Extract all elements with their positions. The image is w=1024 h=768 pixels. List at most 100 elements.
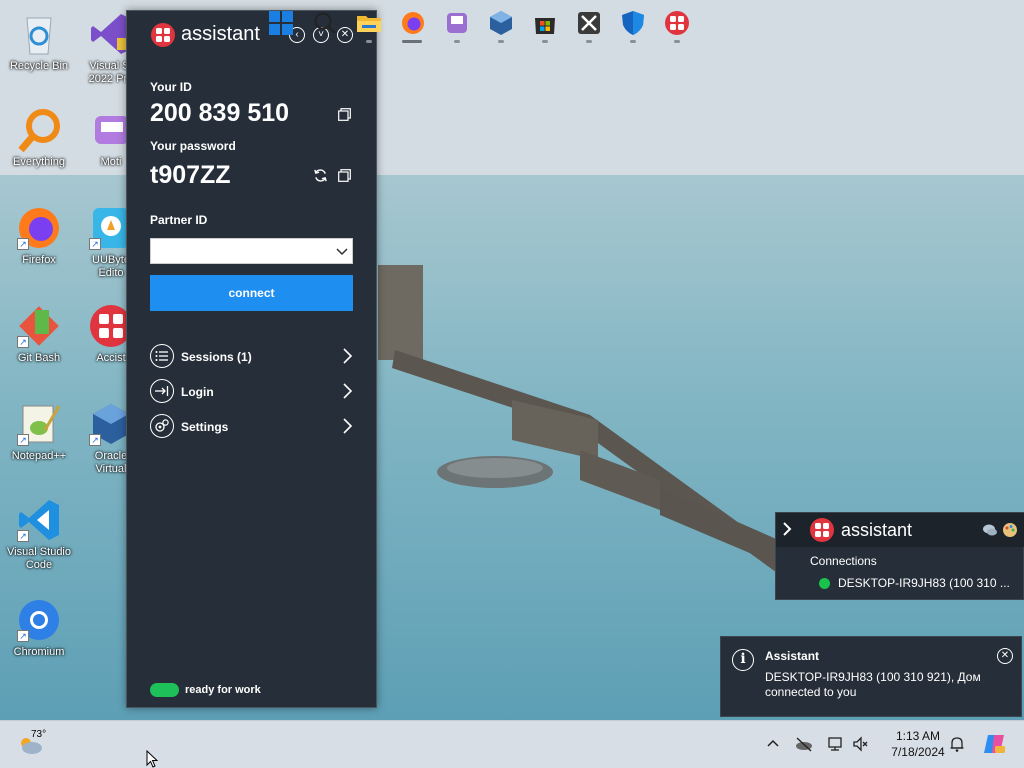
taskbar-virtualbox[interactable] [488,10,514,36]
network-button[interactable] [827,735,845,753]
network-icon [828,737,842,751]
notification-toast[interactable]: i Assistant DESKTOP-IR9JH83 (100 310 921… [720,636,1022,717]
toast-body: DESKTOP-IR9JH83 (100 310 921), Дом conne… [765,670,995,700]
connection-item[interactable]: DESKTOP-IR9JH83 (100 310 ... [838,576,1010,590]
menu-item-label: Settings [181,420,229,434]
your-id-value: 200 839 510 [150,99,290,127]
microsoft-store-icon [535,18,555,34]
toast-close-button[interactable]: ✕ [997,648,1013,664]
chevron-down-icon[interactable] [336,245,348,257]
your-id-label: Your ID [150,80,192,94]
chevron-right-icon [343,418,353,434]
start-button[interactable] [268,10,294,36]
palette-icon[interactable] [1002,522,1018,538]
menu-item-login[interactable]: Login [150,379,353,405]
tray-connections-popup: assistant Connections DESKTOP-IR9JH83 (1… [775,512,1024,600]
toast-line-2: connected to you [765,685,857,699]
taskbar-firefox[interactable] [400,10,426,36]
clock-time: 1:13 AM [895,729,941,743]
connect-button[interactable]: connect [150,275,353,311]
notepad-plus-plus-icon: ↗ [15,400,63,448]
desktop-icon-firefox[interactable]: ↗ Firefox [4,204,74,267]
firefox-icon [402,12,424,34]
volume-button[interactable] [852,735,870,753]
running-indicator [630,40,636,43]
copilot-button[interactable] [982,732,1006,756]
shortcut-arrow-icon: ↗ [89,434,101,446]
menu-item-settings[interactable]: Settings [150,414,353,440]
desktop-icon-label: Recycle Bin [9,60,69,72]
chevron-right-icon [343,383,353,399]
status-text: ready for work [185,684,261,696]
tray-popup-title: assistant [841,520,913,540]
running-indicator [542,40,548,43]
copilot-icon [984,735,1005,753]
capcut-icon [578,12,600,34]
your-password-value: t907ZZ [150,161,231,189]
menu-item-label: Sessions (1) [181,350,252,364]
toast-title: Assistant [765,649,820,663]
chat-icon[interactable] [982,522,998,538]
shortcut-arrow-icon: ↗ [17,630,29,642]
running-indicator [586,40,592,43]
vscode-icon: ↗ [15,496,63,544]
running-indicator [366,40,372,43]
purple-app-icon [447,13,467,33]
start-icon [269,11,293,35]
desktop-icon-label-line2: Code [25,559,53,571]
shortcut-arrow-icon: ↗ [17,530,29,542]
desktop-icon-label-line1: Visual Studio [6,546,71,558]
taskbar-defender[interactable] [620,10,646,36]
running-indicator [402,40,422,43]
weather-temperature: 73° [31,729,47,740]
mouse-cursor-icon [146,750,158,768]
desktop-icon-vscode[interactable]: ↗ Visual Studio Code [4,496,74,572]
login-arrow-icon [150,379,174,403]
connection-status-dot [819,578,830,589]
taskbar-purple-app[interactable] [444,10,470,36]
chevron-right-icon[interactable] [781,521,793,537]
desktop-icon-chromium[interactable]: ↗ Chromium [4,596,74,659]
chromium-icon: ↗ [15,596,63,644]
desktop-icon-label: Firefox [22,254,56,266]
desktop-icon-everything[interactable]: Everything [4,106,74,169]
assistant-taskbar-icon [665,11,689,35]
volume-muted-icon [853,736,868,752]
window-title: assistant [181,23,260,45]
notifications-button[interactable] [948,735,966,753]
running-indicator [498,40,504,43]
menu-item-label: Login [181,385,214,399]
firefox-icon: ↗ [15,204,63,252]
taskbar-file-explorer[interactable] [356,10,382,36]
menu-item-sessions[interactable]: Sessions (1) [150,344,353,370]
partner-id-input[interactable] [150,238,353,264]
onedrive-offline-icon [796,737,812,752]
running-indicator [674,40,680,43]
taskbar-clock[interactable]: 1:13 AM 7/18/2024 [878,728,958,760]
copy-password-icon[interactable] [338,169,351,182]
show-hidden-icons-button[interactable] [764,735,782,753]
taskbar-microsoft-store[interactable] [532,10,558,36]
status-indicator [150,683,179,697]
onedrive-button[interactable] [795,735,813,753]
taskbar-capcut[interactable] [576,10,602,36]
connections-section-label: Connections [810,554,877,568]
desktop-icon-git-bash[interactable]: ↗ Git Bash [4,302,74,365]
desktop-icon-recycle-bin[interactable]: Recycle Bin [4,10,74,73]
assistant-main-window: assistant ‹ ˅ ✕ Your ID 200 839 510 Your… [126,10,377,708]
close-button[interactable]: ✕ [337,27,353,43]
taskbar-assistant[interactable] [664,10,690,36]
chevron-up-icon [767,739,779,747]
everything-search-icon [15,106,63,154]
desktop-icon-label: Chromium [13,646,65,658]
shortcut-arrow-icon: ↗ [17,434,29,446]
copy-id-icon[interactable] [338,108,351,121]
desktop-icon-notepad-plus-plus[interactable]: ↗ Notepad++ [4,400,74,463]
refresh-password-icon[interactable] [313,168,328,183]
list-icon [150,344,174,368]
partner-id-label: Partner ID [150,213,208,227]
taskbar-search-button[interactable] [312,10,338,36]
gears-icon [150,414,174,438]
file-explorer-icon [357,16,381,32]
shortcut-arrow-icon: ↗ [17,336,29,348]
